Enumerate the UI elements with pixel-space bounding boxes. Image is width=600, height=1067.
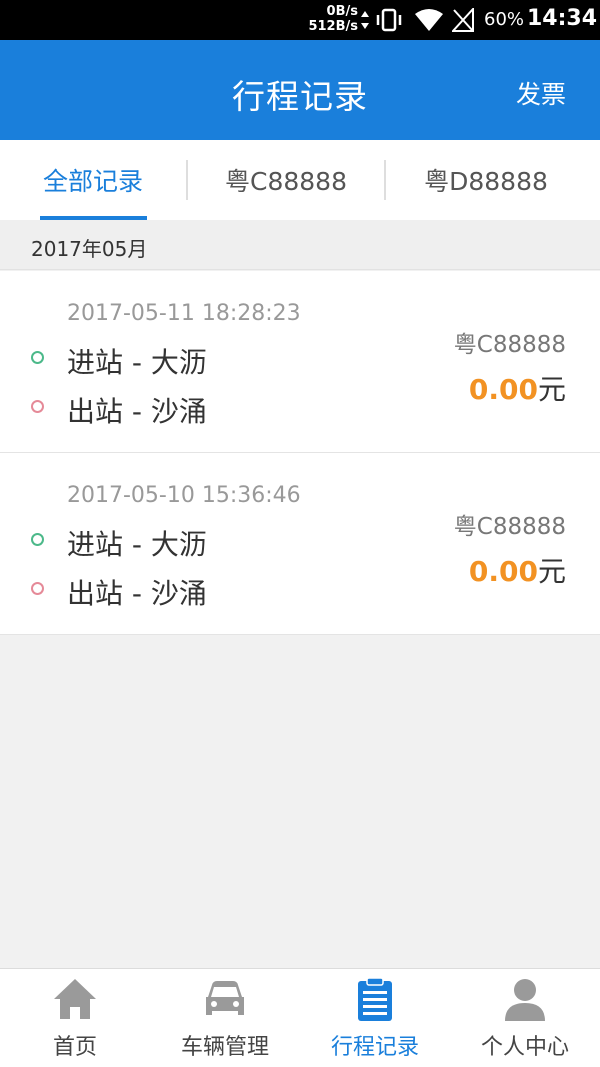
wifi-icon [415, 9, 443, 31]
bottom-nav: 首页 车辆管理 行程记录 个人中心 [0, 968, 600, 1067]
exit-dot-icon [31, 582, 44, 595]
tab-plate-d[interactable]: 粤D88888 [386, 140, 586, 220]
nav-trip-records[interactable]: 行程记录 [300, 969, 450, 1067]
nav-vehicles-label: 车辆管理 [180, 1035, 269, 1060]
entry-station: 进站 - 大沥 [67, 528, 207, 561]
entry-dot-icon [31, 533, 44, 546]
nav-profile-label: 个人中心 [480, 1035, 569, 1060]
nav-home[interactable]: 首页 [0, 969, 150, 1067]
trip-record[interactable]: 2017-05-10 15:36:46 进站 - 大沥 出站 - 沙涌 粤C88… [0, 453, 600, 635]
exit-dot-icon [31, 400, 44, 413]
person-icon [505, 979, 545, 1021]
page-title: 行程记录 [232, 77, 368, 116]
clock: 14:34 [527, 6, 598, 31]
invoice-button[interactable]: 发票 [516, 75, 566, 111]
home-icon [54, 979, 96, 1019]
month-label: 2017年05月 [31, 237, 148, 261]
plate-tabs: 全部记录 粤C88888 粤D88888 [0, 140, 600, 220]
trip-record[interactable]: 2017-05-11 18:28:23 进站 - 大沥 出站 - 沙涌 粤C88… [0, 271, 600, 453]
trip-plate: 粤C88888 [453, 514, 566, 540]
entry-dot-icon [31, 351, 44, 364]
tab-all-records[interactable]: 全部记录 [10, 140, 176, 220]
network-speed: 0B/s 512B/s [306, 4, 358, 34]
exit-station: 出站 - 沙涌 [67, 577, 207, 610]
status-bar: 0B/s 512B/s 60% 14:34 [0, 0, 600, 40]
trip-plate: 粤C88888 [453, 332, 566, 358]
exit-station: 出站 - 沙涌 [67, 395, 207, 428]
vibrate-icon [376, 8, 402, 32]
car-icon [206, 981, 244, 1015]
nav-profile[interactable]: 个人中心 [450, 969, 600, 1067]
no-signal-icon [452, 8, 474, 32]
trip-amount: 0.00元 [469, 368, 566, 408]
data-arrows-icon [361, 11, 369, 29]
nav-trip-records-label: 行程记录 [330, 1035, 419, 1060]
amount-value: 0.00 [468, 555, 538, 588]
trip-time: 2017-05-11 18:28:23 [67, 301, 301, 326]
net-up-speed: 0B/s [326, 4, 358, 19]
clipboard-icon [358, 977, 392, 1021]
trip-amount: 0.00元 [469, 550, 566, 590]
amount-value: 0.00 [468, 373, 538, 406]
month-section-header: 2017年05月 [0, 220, 600, 270]
nav-vehicles[interactable]: 车辆管理 [150, 969, 300, 1067]
amount-unit: 元 [537, 373, 566, 406]
battery-percent: 60% [484, 9, 525, 30]
app-bar: 行程记录 发票 [0, 40, 600, 140]
net-down-speed: 512B/s [308, 19, 358, 34]
nav-home-label: 首页 [52, 1035, 97, 1060]
trip-time: 2017-05-10 15:36:46 [67, 483, 301, 508]
amount-unit: 元 [537, 555, 566, 588]
tab-plate-c[interactable]: 粤C88888 [188, 140, 384, 220]
entry-station: 进站 - 大沥 [67, 346, 207, 379]
